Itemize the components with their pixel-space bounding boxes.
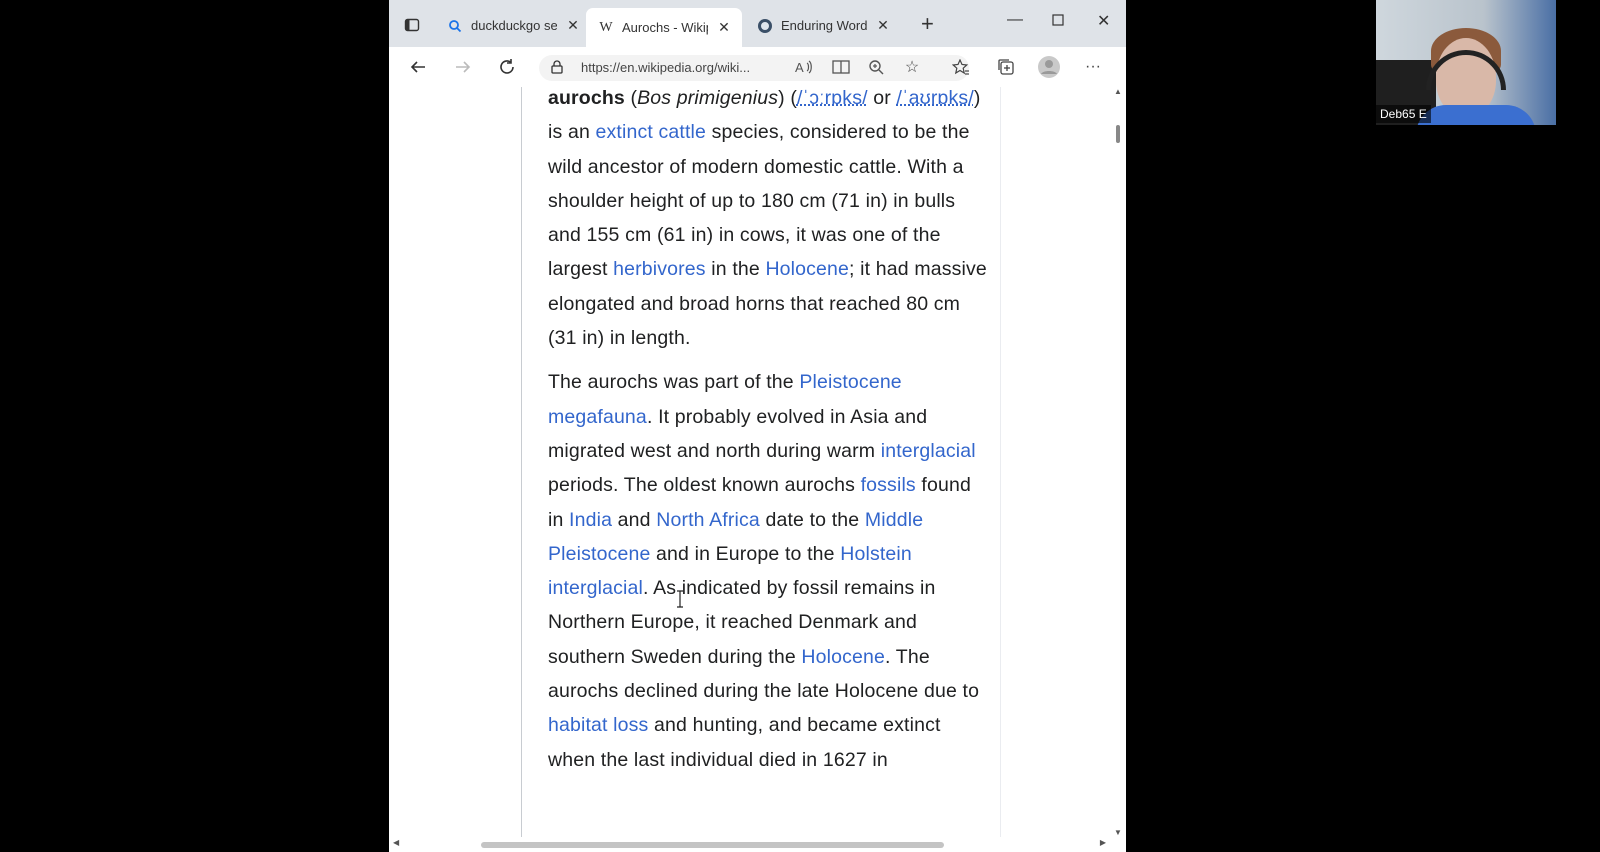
more-options-icon[interactable]: ··· bbox=[1083, 57, 1103, 77]
link-interglacial[interactable]: interglacial bbox=[881, 440, 976, 462]
tab-title: duckduckgo sea bbox=[471, 18, 557, 33]
webcam-video: Deb65 E bbox=[1376, 0, 1556, 125]
maximize-icon[interactable] bbox=[1052, 13, 1064, 31]
forward-icon[interactable] bbox=[453, 57, 473, 77]
scroll-up-icon[interactable]: ▲ bbox=[1114, 87, 1122, 96]
ipa-link-2[interactable]: /ˈaʊrɒks/ bbox=[896, 87, 973, 109]
lock-icon[interactable] bbox=[551, 60, 563, 79]
add-favorite-icon[interactable]: ☆ bbox=[902, 57, 922, 77]
back-icon[interactable] bbox=[408, 57, 428, 77]
scroll-right-icon[interactable]: ▶ bbox=[1100, 838, 1106, 847]
article-body: aurochs (Bos primigenius) (/ˈɔːrɒks/ or … bbox=[548, 87, 988, 787]
page-viewport: aurochs (Bos primigenius) (/ˈɔːrɒks/ or … bbox=[389, 87, 1126, 852]
tab-bar: duckduckgo sea ✕ W Aurochs - Wikip ✕ End… bbox=[389, 0, 1126, 47]
link-holocene[interactable]: Holocene bbox=[765, 258, 849, 280]
link-cattle[interactable]: cattle bbox=[659, 121, 707, 143]
content-border-left bbox=[521, 87, 522, 852]
tab-actions-icon[interactable] bbox=[401, 14, 423, 36]
content-border-right bbox=[1000, 87, 1001, 852]
link-north-africa[interactable]: North Africa bbox=[656, 509, 760, 531]
collections-icon[interactable] bbox=[996, 57, 1016, 77]
text-cursor-icon bbox=[676, 590, 683, 608]
link-habitat-loss[interactable]: habitat loss bbox=[548, 714, 648, 736]
address-bar: https://en.wikipedia.org/wiki... A ☆ ··· bbox=[389, 47, 1126, 88]
ipa-link-1[interactable]: /ˈɔːrɒks/ bbox=[797, 87, 868, 109]
close-tab-icon[interactable]: ✕ bbox=[716, 19, 732, 36]
read-aloud-icon[interactable]: A bbox=[794, 57, 814, 77]
enduring-word-icon bbox=[757, 18, 773, 34]
tab-title: Aurochs - Wikip bbox=[622, 20, 708, 35]
link-india[interactable]: India bbox=[569, 509, 612, 531]
svg-text:A: A bbox=[795, 60, 804, 75]
scroll-left-icon[interactable]: ◀ bbox=[393, 838, 399, 847]
zoom-icon[interactable] bbox=[866, 57, 886, 77]
vertical-scrollbar[interactable]: ▲ ▼ bbox=[1110, 87, 1126, 837]
scroll-down-icon[interactable]: ▼ bbox=[1114, 828, 1122, 837]
paragraph-evolution: The aurochs was part of the Pleistocene … bbox=[548, 371, 980, 771]
tab-enduring-word[interactable]: Enduring Word B ✕ bbox=[745, 8, 891, 43]
minimize-icon[interactable]: — bbox=[1007, 11, 1023, 29]
link-fossils[interactable]: fossils bbox=[861, 474, 916, 496]
wikipedia-icon: W bbox=[599, 19, 613, 35]
close-window-icon[interactable]: ✕ bbox=[1097, 11, 1110, 31]
paragraph-intro: aurochs (Bos primigenius) (/ˈɔːrɒks/ or … bbox=[548, 87, 987, 350]
link-extinct[interactable]: extinct bbox=[596, 121, 653, 143]
search-icon bbox=[447, 18, 463, 34]
scientific-name: Bos primigenius bbox=[637, 87, 779, 109]
vertical-scroll-thumb[interactable] bbox=[1116, 125, 1120, 143]
new-tab-icon[interactable]: + bbox=[921, 13, 934, 35]
tab-title: Enduring Word B bbox=[781, 18, 867, 33]
browser-window: duckduckgo sea ✕ W Aurochs - Wikip ✕ End… bbox=[389, 0, 1126, 852]
tab-duckduckgo[interactable]: duckduckgo sea ✕ bbox=[435, 8, 581, 43]
horizontal-scroll-thumb[interactable] bbox=[481, 842, 944, 848]
participant-name: Deb65 E bbox=[1376, 105, 1431, 123]
link-herbivores[interactable]: herbivores bbox=[613, 258, 706, 280]
immersive-reader-icon[interactable] bbox=[831, 57, 851, 77]
favorites-icon[interactable] bbox=[951, 57, 971, 77]
close-tab-icon[interactable]: ✕ bbox=[875, 17, 891, 34]
term-bold: aurochs bbox=[548, 87, 625, 109]
refresh-icon[interactable] bbox=[497, 57, 517, 77]
tab-aurochs[interactable]: W Aurochs - Wikip ✕ bbox=[586, 8, 742, 47]
close-tab-icon[interactable]: ✕ bbox=[565, 17, 581, 34]
url-text: https://en.wikipedia.org/wiki... bbox=[581, 60, 751, 75]
horizontal-scrollbar[interactable]: ◀ ▶ bbox=[389, 837, 1110, 852]
profile-avatar-icon[interactable] bbox=[1035, 53, 1063, 81]
link-holocene-2[interactable]: Holocene bbox=[801, 646, 885, 668]
